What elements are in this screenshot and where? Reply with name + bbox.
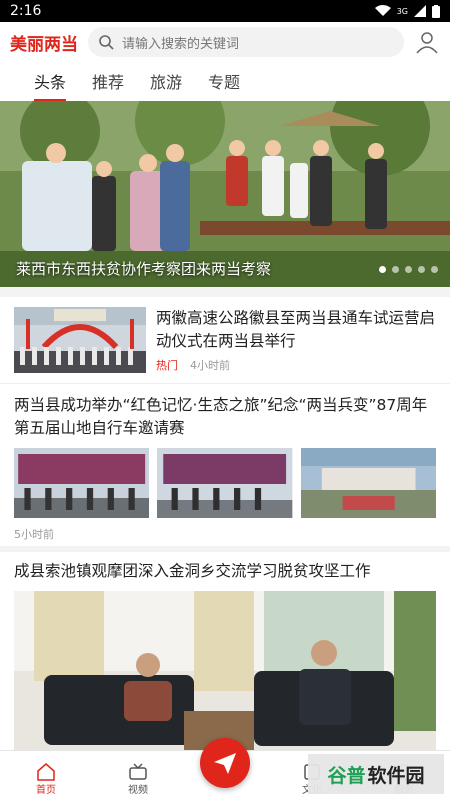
nav-home-label: 首页 xyxy=(36,785,56,796)
status-bar: 2:16 3G xyxy=(0,0,450,22)
user-icon[interactable] xyxy=(414,29,440,55)
search-placeholder: 请输入搜索的关键词 xyxy=(122,36,240,52)
carousel-dot xyxy=(431,266,438,273)
news-item[interactable]: 两当县成功举办“红色记忆·生态之旅”纪念“两当兵变”87周年第五届山地自行车邀请… xyxy=(0,384,450,546)
carousel-dot xyxy=(379,266,386,273)
carousel-indicator xyxy=(379,266,438,273)
tab-recommended[interactable]: 推荐 xyxy=(92,65,124,97)
news-time: 4小时前 xyxy=(190,359,230,372)
search-icon xyxy=(99,35,114,50)
carousel-dot xyxy=(418,266,425,273)
wifi-icon xyxy=(374,5,391,16)
news-item[interactable]: 成县索池镇观摩团深入金洞乡交流学习脱贫攻坚工作 xyxy=(0,552,450,765)
home-icon xyxy=(37,763,55,781)
news-image xyxy=(300,448,436,518)
news-thumbnail xyxy=(14,307,146,373)
send-icon xyxy=(214,753,236,774)
hot-badge: 热门 xyxy=(156,359,178,372)
network-label: 3G xyxy=(396,6,408,16)
nav-video-label: 视频 xyxy=(128,785,148,796)
tab-travel[interactable]: 旅游 xyxy=(150,65,182,97)
section-gap xyxy=(0,287,450,297)
tab-headlines[interactable]: 头条 xyxy=(34,65,67,101)
signal-icon xyxy=(414,5,426,17)
news-title: 两徽高速公路徽县至两当县通车试运营启动仪式在两当县举行 xyxy=(156,309,436,350)
watermark-text-b: 软件园 xyxy=(367,764,425,787)
news-item[interactable]: 两徽高速公路徽县至两当县通车试运营启动仪式在两当县举行 热门 4小时前 xyxy=(0,297,450,383)
app-logo: 美丽两当 xyxy=(10,34,78,55)
publish-button[interactable] xyxy=(200,738,250,788)
nav-video[interactable]: 视频 xyxy=(108,763,168,796)
news-time: 5小时前 xyxy=(14,528,54,541)
nav-home[interactable]: 首页 xyxy=(16,763,76,796)
news-image xyxy=(14,448,150,518)
hero-banner[interactable]: 莱西市东西扶贫协作考察团来两当考察 xyxy=(0,101,450,287)
watermark-text-a: 谷普 xyxy=(327,764,366,787)
status-time: 2:16 xyxy=(10,3,42,19)
top-bar: 美丽两当 请输入搜索的关键词 xyxy=(0,22,450,62)
tv-icon xyxy=(129,763,147,780)
news-title: 两当县成功举办“红色记忆·生态之旅”纪念“两当兵变”87周年第五届山地自行车邀请… xyxy=(14,396,428,437)
hero-caption: 莱西市东西扶贫协作考察团来两当考察 xyxy=(16,260,272,278)
battery-icon xyxy=(432,4,440,18)
tab-topics[interactable]: 专题 xyxy=(208,65,240,97)
carousel-dot xyxy=(405,266,412,273)
news-title: 成县索池镇观摩团深入金洞乡交流学习脱贫攻坚工作 xyxy=(14,562,371,580)
news-image xyxy=(157,448,293,518)
news-image xyxy=(14,591,436,757)
carousel-dot xyxy=(392,266,399,273)
search-input[interactable]: 请输入搜索的关键词 xyxy=(88,27,404,57)
watermark-logo: 谷普 软件园 xyxy=(308,754,444,794)
channel-tabs: 头条 推荐 旅游 专题 xyxy=(0,62,450,101)
